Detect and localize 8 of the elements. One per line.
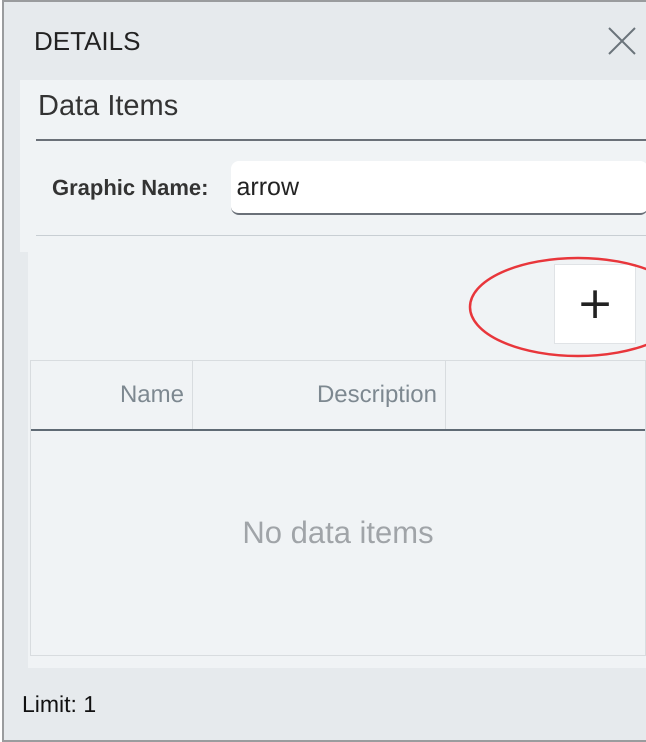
section-title: Data Items: [36, 88, 646, 141]
close-icon: [607, 26, 637, 56]
empty-message: No data items: [242, 515, 434, 551]
panel-title: DETAILS: [34, 26, 140, 56]
limit-text: Limit: 1: [22, 690, 96, 718]
add-button[interactable]: +: [554, 264, 636, 344]
field-label: Graphic Name:: [52, 175, 208, 201]
graphic-name-field[interactable]: arrow: [230, 161, 646, 215]
